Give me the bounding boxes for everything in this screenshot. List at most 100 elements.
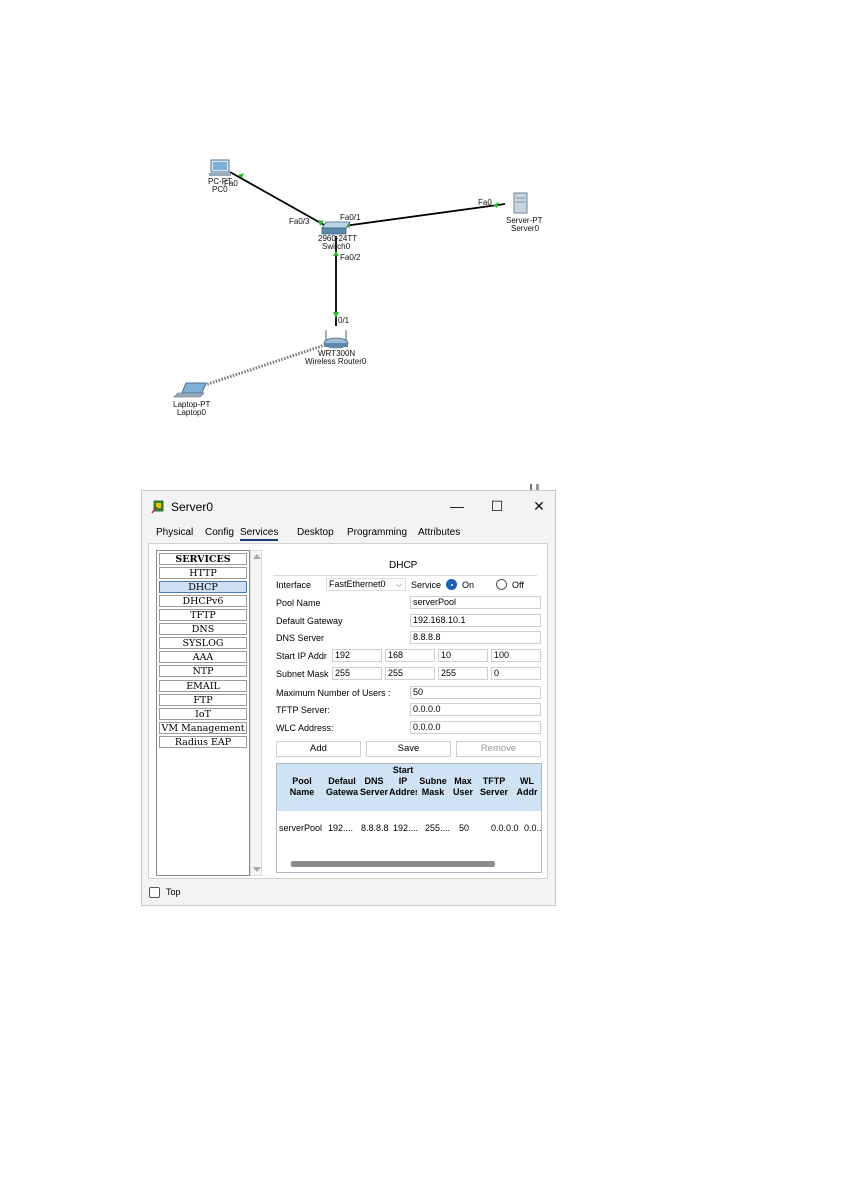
top-checkbox[interactable]: [149, 887, 160, 898]
subnet-octet-2[interactable]: 255: [385, 667, 435, 680]
router-name-label: Wireless Router0: [305, 357, 367, 366]
port-label-pc-fa0: Fa0: [224, 179, 238, 188]
service-on-radio[interactable]: [446, 579, 457, 590]
server-config-window: Server0 — ☐ ✕ Physical Config Services D…: [141, 490, 556, 906]
subnet-octet-4[interactable]: 0: [491, 667, 541, 680]
window-titlebar[interactable]: Server0 — ☐ ✕: [142, 491, 555, 521]
dhcp-pool-table: Pool Name Defaul Gatewa DNS Server Start IP A…: [276, 763, 542, 873]
table-cell-max-user[interactable]: 50: [459, 823, 477, 833]
wlc-address-input[interactable]: 0.0.0.0: [410, 721, 541, 734]
pc-icon[interactable]: [209, 159, 231, 176]
tab-config[interactable]: Config: [205, 527, 234, 538]
switch-icon[interactable]: [321, 221, 351, 235]
start-ip-octet-2[interactable]: 168: [385, 649, 435, 662]
col-header-dns-server: DNS Server: [359, 776, 389, 797]
service-item-vm-management[interactable]: VM Management: [159, 722, 247, 734]
wireless-router-icon[interactable]: [323, 330, 349, 349]
port-label-switch-fa02: Fa0/2: [340, 253, 361, 262]
col-header-start-ip: Start IP Addres: [389, 765, 417, 797]
link-switch-server[interactable]: [343, 203, 506, 227]
interface-select[interactable]: FastEthernet0 ⌵: [326, 578, 406, 591]
wireless-link: [192, 343, 326, 391]
service-item-radius-eap[interactable]: Radius EAP: [159, 736, 247, 748]
service-label: Service: [411, 580, 442, 590]
service-item-iot[interactable]: IoT: [159, 708, 247, 720]
col-header-pool-name: Pool Name: [289, 776, 315, 797]
pool-name-input[interactable]: serverPool: [410, 596, 541, 609]
scroll-down-arrow-icon[interactable]: [253, 867, 261, 872]
max-users-input[interactable]: 50: [410, 686, 541, 699]
maximize-button[interactable]: ☐: [487, 497, 507, 515]
service-item-dhcpv6[interactable]: DHCPv6: [159, 595, 247, 607]
tab-services[interactable]: Services: [240, 527, 279, 541]
start-ip-label: Start IP Addr: [276, 651, 327, 661]
add-button[interactable]: Add: [276, 741, 361, 757]
window-statusbar: Top: [142, 881, 555, 905]
service-on-label: On: [462, 580, 475, 590]
service-item-ftp[interactable]: FTP: [159, 694, 247, 706]
link-pc-switch[interactable]: [229, 171, 327, 227]
table-header: Pool Name Defaul Gatewa DNS Server Start IP A…: [277, 764, 541, 811]
service-item-http[interactable]: HTTP: [159, 567, 247, 579]
tab-desktop[interactable]: Desktop: [297, 527, 334, 538]
service-item-dhcp[interactable]: DHCP: [159, 581, 247, 593]
port-label-switch-fa01: Fa0/1: [340, 213, 361, 222]
gateway-label: Default Gateway: [276, 616, 343, 626]
port-label-router: 0/1: [338, 316, 350, 325]
service-off-radio[interactable]: [496, 579, 507, 590]
dns-server-label: DNS Server: [276, 633, 325, 643]
top-checkbox-label: Top: [166, 887, 181, 897]
start-ip-octet-4[interactable]: 100: [491, 649, 541, 662]
divider: [273, 575, 537, 576]
table-cell-pool-name[interactable]: serverPool: [279, 823, 327, 833]
subnet-octet-1[interactable]: 255: [332, 667, 382, 680]
tab-attributes[interactable]: Attributes: [418, 527, 460, 538]
col-header-default-gateway: Defaul Gatewa: [325, 776, 358, 797]
interface-value: FastEthernet0: [329, 579, 386, 589]
table-cell-tftp[interactable]: 0.0.0.0: [491, 823, 523, 833]
service-item-ntp[interactable]: NTP: [159, 665, 247, 677]
table-cell-dns[interactable]: 8.8.8.8: [361, 823, 391, 833]
table-cell-start-ip[interactable]: 192....: [393, 823, 421, 833]
laptop-icon[interactable]: [173, 382, 207, 398]
service-item-tftp[interactable]: TFTP: [159, 609, 247, 621]
table-cell-subnet[interactable]: 255....: [425, 823, 453, 833]
services-list-header: SERVICES: [159, 553, 247, 565]
port-up-indicator: [333, 251, 339, 256]
table-cell-gateway[interactable]: 192....: [328, 823, 358, 833]
service-item-email[interactable]: EMAIL: [159, 680, 247, 692]
dns-server-input[interactable]: 8.8.8.8: [410, 631, 541, 644]
minimize-button[interactable]: —: [447, 497, 467, 515]
tab-programming[interactable]: Programming: [347, 527, 407, 538]
gateway-input[interactable]: 192.168.10.1: [410, 614, 541, 627]
service-item-dns[interactable]: DNS: [159, 623, 247, 635]
network-topology: PC-PT PC0 Fa0 2960-24TT Switch0 Fa0/3 Fa…: [173, 159, 543, 417]
tftp-server-input[interactable]: 0.0.0.0: [410, 703, 541, 716]
service-item-syslog[interactable]: SYSLOG: [159, 637, 247, 649]
services-scrollbar[interactable]: [250, 550, 262, 876]
radio-dot-icon: [450, 583, 453, 586]
service-item-aaa[interactable]: AAA: [159, 651, 247, 663]
start-ip-octet-3[interactable]: 10: [438, 649, 488, 662]
packet-tracer-app-icon: [151, 500, 164, 514]
port-label-switch-fa03: Fa0/3: [289, 217, 310, 226]
port-label-server-fa0: Fa0: [478, 198, 492, 207]
scroll-up-arrow-icon[interactable]: [253, 554, 261, 559]
close-button[interactable]: ✕: [529, 497, 549, 515]
col-header-tftp-server: TFTP Server: [479, 776, 509, 797]
server-icon[interactable]: [513, 192, 528, 214]
start-ip-octet-1[interactable]: 192: [332, 649, 382, 662]
subnet-octet-3[interactable]: 255: [438, 667, 488, 680]
remove-button[interactable]: Remove: [456, 741, 541, 757]
table-horizontal-scrollbar[interactable]: [291, 861, 495, 867]
table-cell-wlc[interactable]: 0.0...: [524, 823, 541, 833]
save-button[interactable]: Save: [366, 741, 451, 757]
subnet-mask-label: Subnet Mask: [276, 669, 329, 679]
dhcp-title: DHCP: [389, 560, 418, 571]
col-header-wlc-address: WL Addr: [516, 776, 538, 797]
wlc-address-label: WLC Address:: [276, 723, 334, 733]
tftp-server-label: TFTP Server:: [276, 705, 330, 715]
pool-name-label: Pool Name: [276, 598, 321, 608]
tab-physical[interactable]: Physical: [156, 527, 193, 538]
col-header-subnet-mask: Subne Mask: [419, 776, 447, 797]
